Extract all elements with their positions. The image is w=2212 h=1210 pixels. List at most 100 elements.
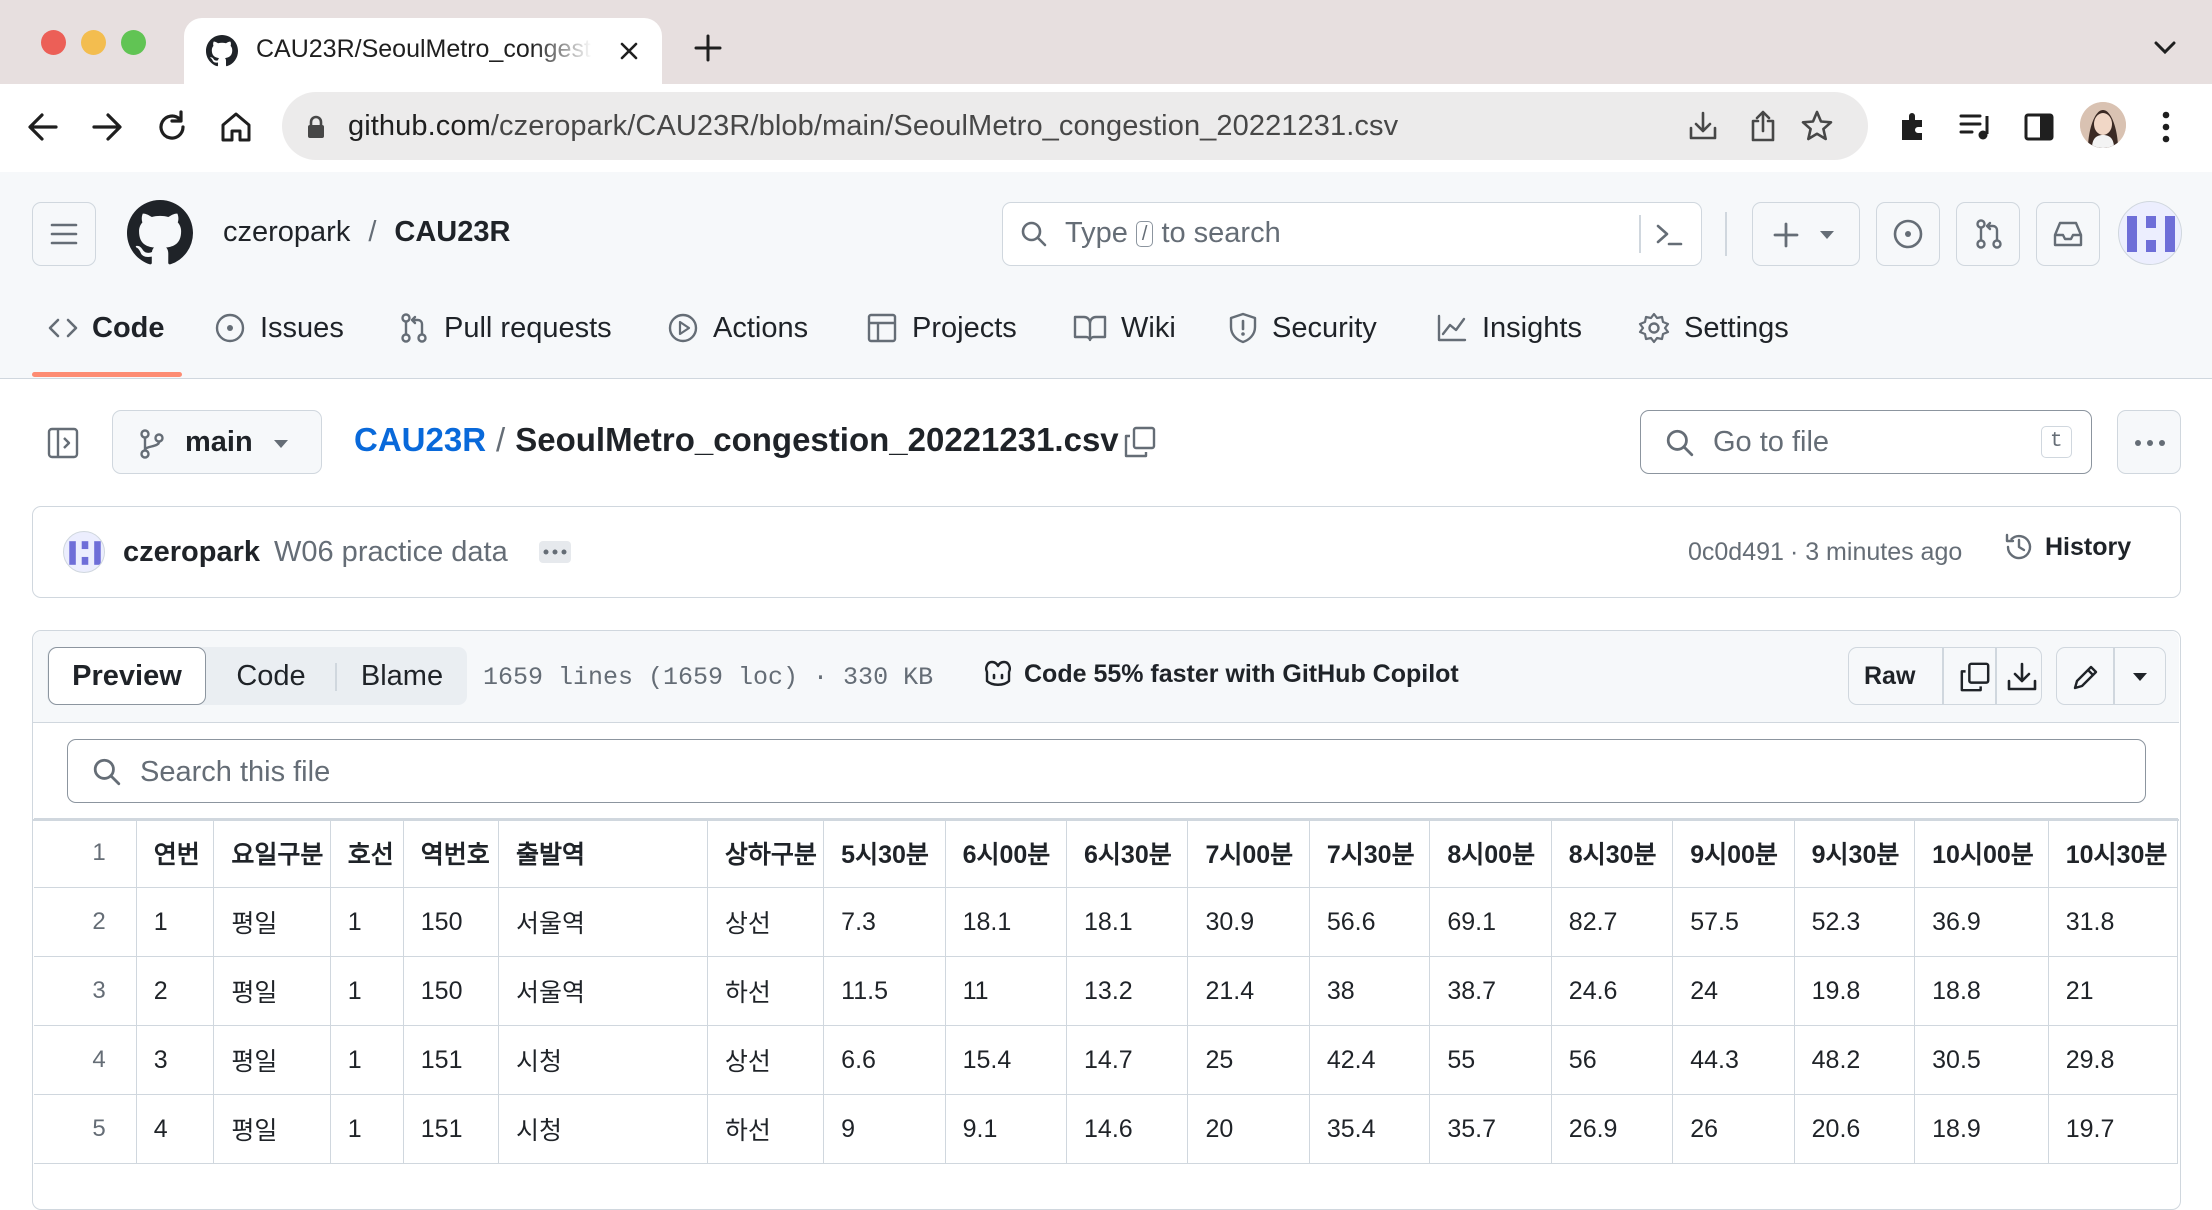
search-icon (1021, 221, 1047, 247)
line-number[interactable]: 5 (34, 1094, 137, 1164)
table-cell: 1 (329, 1094, 404, 1164)
more-options-button[interactable] (2117, 410, 2181, 474)
branch-selector[interactable]: main (112, 410, 322, 474)
go-to-file-input[interactable]: Go to file t (1640, 410, 2092, 474)
raw-button[interactable]: Raw (1864, 662, 1915, 691)
identicon-icon (69, 541, 101, 565)
window-minimize-button[interactable] (81, 30, 106, 55)
tab-wiki[interactable]: Wiki (1073, 300, 1176, 356)
context-separator: / (368, 216, 377, 248)
global-search-input[interactable]: Type / to search (1002, 202, 1702, 266)
ellipsis-icon (543, 549, 567, 555)
window-close-button[interactable] (41, 30, 66, 55)
profile-avatar[interactable] (2080, 102, 2126, 148)
github-logo-icon[interactable] (127, 200, 193, 266)
table-cell: 69.1 (1429, 887, 1552, 957)
share-icon[interactable] (1748, 109, 1778, 143)
tab-actions[interactable]: Actions (667, 300, 808, 356)
tab-pull-requests[interactable]: Pull requests (398, 300, 612, 356)
triangle-down-icon (1820, 231, 1834, 239)
preview-tab[interactable]: Preview (48, 647, 206, 705)
code-icon (48, 318, 78, 338)
tab-code[interactable]: Code (48, 300, 165, 356)
copy-icon[interactable] (1959, 661, 1991, 693)
home-icon[interactable] (218, 109, 254, 145)
blame-tab[interactable]: Blame (338, 647, 466, 705)
sidebar-expand-icon[interactable] (46, 426, 80, 460)
address-bar[interactable]: github.com/czeropark/CAU23R/blob/main/Se… (282, 92, 1868, 160)
new-tab-icon[interactable] (693, 33, 723, 63)
line-number[interactable]: 1 (34, 818, 137, 888)
commit-author[interactable]: czeropark (123, 536, 260, 569)
table-cell: 38 (1308, 956, 1431, 1026)
line-number[interactable]: 4 (34, 1025, 137, 1095)
tab-projects[interactable]: Projects (866, 300, 1017, 356)
go-to-file-placeholder: Go to file (1713, 426, 1830, 458)
table-cell: 14.7 (1066, 1025, 1189, 1095)
tab-search-chevron-icon[interactable] (2153, 40, 2177, 56)
reload-icon[interactable] (155, 110, 189, 144)
side-panel-icon[interactable] (2023, 112, 2055, 142)
triangle-down-icon[interactable] (2132, 672, 2148, 682)
close-tab-icon[interactable] (618, 40, 640, 62)
table-cell: 상선 (706, 1025, 825, 1095)
forward-icon[interactable] (90, 110, 124, 144)
expand-commit-button[interactable] (539, 541, 571, 563)
table-cell: 1 (329, 956, 404, 1026)
commit-author-avatar[interactable] (63, 531, 105, 573)
browser-menu-icon[interactable] (2160, 110, 2172, 144)
download-icon[interactable] (2006, 661, 2038, 693)
table-cell: 평일 (213, 956, 331, 1026)
search-shortcut-key: / (1135, 220, 1154, 247)
extensions-icon[interactable] (1896, 110, 1930, 144)
tab-settings[interactable]: Settings (1638, 300, 1789, 356)
breadcrumb-repo-link[interactable]: CAU23R (354, 421, 486, 459)
user-avatar[interactable] (2118, 201, 2182, 265)
owner-link[interactable]: czeropark (223, 216, 350, 249)
bookmark-star-icon[interactable] (1800, 109, 1834, 143)
inbox-button[interactable] (2036, 202, 2100, 266)
history-button[interactable]: History (2003, 531, 2131, 563)
table-cell: 82.7 (1550, 887, 1674, 957)
column-header: 출발역 (497, 818, 708, 888)
table-cell: 30.5 (1914, 1025, 2049, 1095)
browser-tab[interactable]: CAU23R/SeoulMetro_congestion_20221231.cs… (184, 18, 662, 84)
create-new-button[interactable] (1752, 202, 1860, 266)
install-app-icon[interactable] (1687, 110, 1719, 142)
pencil-icon[interactable] (2071, 662, 2101, 692)
copilot-promo[interactable]: Code 55% faster with GitHub Copilot (982, 659, 1459, 689)
column-header: 상하구분 (706, 818, 825, 888)
git-branch-icon (140, 429, 164, 459)
command-palette-icon[interactable] (1654, 221, 1684, 249)
table-cell: 13.2 (1066, 956, 1189, 1026)
shield-icon (1229, 312, 1257, 344)
search-icon (1666, 429, 1694, 457)
copy-path-icon[interactable] (1123, 425, 1157, 459)
column-header: 6시00분 (944, 818, 1068, 888)
url-text[interactable]: github.com/czeropark/CAU23R/blob/main/Se… (348, 110, 1398, 143)
global-menu-button[interactable] (32, 202, 96, 266)
repo-link[interactable]: CAU23R (394, 216, 510, 249)
table-cell: 55 (1429, 1025, 1552, 1095)
code-tab[interactable]: Code (211, 647, 331, 705)
media-queue-icon[interactable] (1958, 112, 1994, 142)
table-cell: 서울역 (497, 887, 708, 957)
line-number[interactable]: 3 (34, 956, 137, 1026)
lock-icon[interactable] (306, 115, 326, 139)
column-header: 7시30분 (1308, 818, 1431, 888)
tab-security[interactable]: Security (1228, 300, 1377, 356)
commit-sha[interactable]: 0c0d491 (1688, 538, 1784, 567)
commit-message[interactable]: W06 practice data (274, 536, 508, 569)
back-icon[interactable] (26, 110, 60, 144)
issues-shortcut-button[interactable] (1876, 202, 1940, 266)
tab-insights[interactable]: Insights (1436, 300, 1582, 356)
table-cell: 36.9 (1914, 887, 2049, 957)
tab-issues[interactable]: Issues (214, 300, 344, 356)
window-zoom-button[interactable] (121, 30, 146, 55)
line-number[interactable]: 2 (34, 887, 137, 957)
breadcrumb-separator: / (496, 421, 506, 458)
table-cell: 26 (1672, 1094, 1795, 1164)
table-cell: 20 (1187, 1094, 1310, 1164)
pull-requests-shortcut-button[interactable] (1956, 202, 2020, 266)
search-file-input[interactable]: Search this file (67, 739, 2146, 803)
